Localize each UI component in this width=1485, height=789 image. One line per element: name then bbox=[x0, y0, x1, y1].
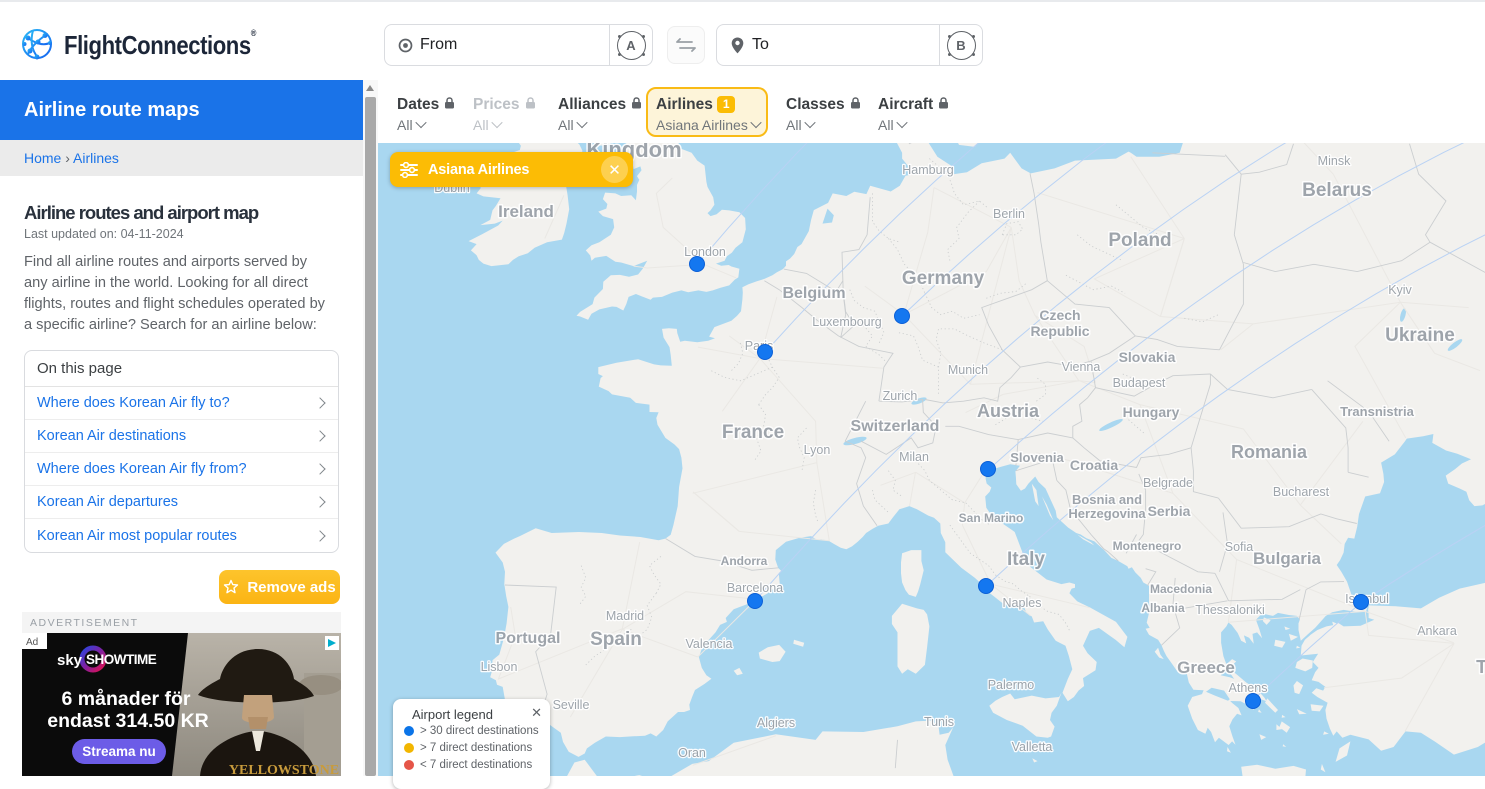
svg-text:Serbia: Serbia bbox=[1148, 503, 1191, 519]
svg-text:Slovakia: Slovakia bbox=[1119, 349, 1176, 365]
svg-text:Hungary: Hungary bbox=[1123, 404, 1180, 420]
svg-text:Ireland: Ireland bbox=[498, 202, 554, 221]
svg-text:Algiers: Algiers bbox=[757, 716, 795, 730]
svg-text:Bulgaria: Bulgaria bbox=[1253, 549, 1322, 568]
svg-text:Albania: Albania bbox=[1141, 601, 1185, 615]
svg-text:Ad: Ad bbox=[26, 637, 38, 648]
svg-text:Transnistria: Transnistria bbox=[1340, 404, 1414, 419]
svg-text:Sofia: Sofia bbox=[1225, 540, 1254, 554]
svg-text:Streama nu: Streama nu bbox=[82, 744, 156, 759]
svg-text:Macedonia: Macedonia bbox=[1150, 582, 1212, 596]
svg-text:Croatia: Croatia bbox=[1070, 457, 1118, 473]
svg-text:Austria: Austria bbox=[977, 401, 1040, 421]
svg-text:Bucharest: Bucharest bbox=[1273, 485, 1330, 499]
svg-text:Luxembourg: Luxembourg bbox=[812, 315, 882, 329]
svg-text:Munich: Munich bbox=[948, 363, 988, 377]
svg-text:Seville: Seville bbox=[553, 698, 590, 712]
svg-text:Czech: Czech bbox=[1039, 307, 1080, 323]
svg-text:Madrid: Madrid bbox=[606, 609, 644, 623]
svg-text:Spain: Spain bbox=[590, 629, 642, 650]
svg-text:Andorra: Andorra bbox=[721, 554, 768, 568]
svg-text:Budapest: Budapest bbox=[1113, 376, 1166, 390]
svg-text:Republic: Republic bbox=[1030, 323, 1089, 339]
svg-text:Belgium: Belgium bbox=[782, 285, 845, 302]
svg-text:London: London bbox=[684, 245, 726, 259]
svg-text:Milan: Milan bbox=[899, 450, 929, 464]
svg-text:Ankara: Ankara bbox=[1417, 624, 1457, 638]
svg-text:Belgrade: Belgrade bbox=[1143, 476, 1193, 490]
svg-text:Greece: Greece bbox=[1177, 658, 1235, 677]
svg-text:Herzegovina: Herzegovina bbox=[1068, 506, 1146, 521]
svg-text:Naples: Naples bbox=[1003, 596, 1042, 610]
svg-text:Hamburg: Hamburg bbox=[902, 163, 953, 177]
svg-text:Barcelona: Barcelona bbox=[727, 581, 783, 595]
svg-text:Italy: Italy bbox=[1007, 549, 1045, 570]
svg-text:Palermo: Palermo bbox=[988, 678, 1035, 692]
svg-text:Athens: Athens bbox=[1229, 681, 1268, 695]
svg-text:sky: sky bbox=[57, 652, 83, 669]
svg-text:San Marino: San Marino bbox=[959, 511, 1024, 525]
svg-text:Vienna: Vienna bbox=[1062, 360, 1101, 374]
svg-text:Montenegro: Montenegro bbox=[1113, 539, 1182, 553]
svg-text:Zurich: Zurich bbox=[883, 389, 918, 403]
svg-text:Slovenia: Slovenia bbox=[1010, 450, 1064, 465]
svg-text:Minsk: Minsk bbox=[1318, 154, 1351, 168]
svg-text:France: France bbox=[722, 422, 784, 443]
svg-text:Valletta: Valletta bbox=[1012, 740, 1053, 754]
svg-text:SH​OWTIME: SH​OWTIME bbox=[86, 652, 157, 667]
svg-text:endast 314.50 KR: endast 314.50 KR bbox=[47, 710, 209, 732]
svg-text:Lyon: Lyon bbox=[804, 443, 831, 457]
svg-text:Belarus: Belarus bbox=[1302, 180, 1372, 201]
svg-text:Valencia: Valencia bbox=[685, 637, 732, 651]
svg-text:Oran: Oran bbox=[678, 746, 706, 760]
svg-text:Bosnia and: Bosnia and bbox=[1072, 492, 1142, 507]
svg-text:Thessaloniki: Thessaloniki bbox=[1195, 603, 1264, 617]
svg-text:Poland: Poland bbox=[1108, 230, 1171, 251]
svg-text:Portugal: Portugal bbox=[496, 630, 561, 647]
svg-text:6 månader för: 6 månader för bbox=[62, 687, 191, 710]
svg-text:Berlin: Berlin bbox=[993, 207, 1025, 221]
svg-text:Turkey: Turkey bbox=[1476, 657, 1485, 677]
svg-text:YELLOWSTONE: YELLOWSTONE bbox=[229, 763, 339, 776]
svg-text:Tunis: Tunis bbox=[924, 715, 954, 729]
svg-text:Lisbon: Lisbon bbox=[481, 660, 518, 674]
svg-text:Germany: Germany bbox=[902, 268, 985, 289]
svg-text:Switzerland: Switzerland bbox=[851, 418, 940, 435]
svg-text:Ukraine: Ukraine bbox=[1385, 325, 1455, 346]
svg-text:Romania: Romania bbox=[1231, 442, 1308, 462]
svg-text:Kyiv: Kyiv bbox=[1388, 283, 1412, 297]
